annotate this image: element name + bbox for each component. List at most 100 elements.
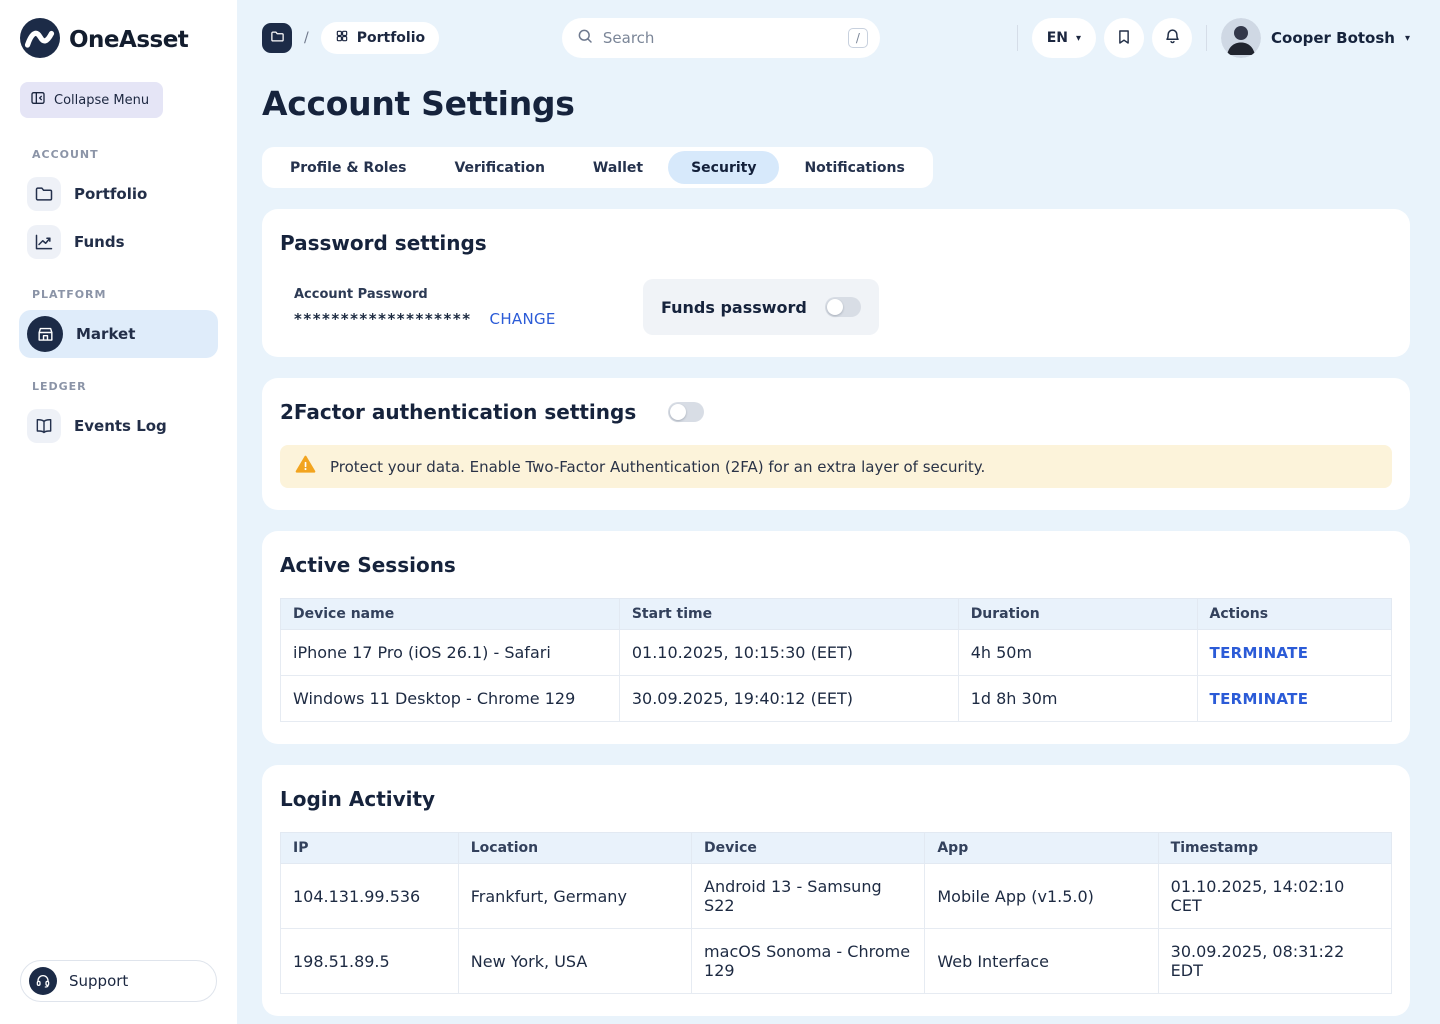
bookmark-button[interactable]	[1104, 18, 1144, 58]
login-activity-row: 104.131.99.536 Frankfurt, Germany Androi…	[281, 864, 1392, 929]
avatar	[1221, 18, 1261, 58]
password-settings-card: Password settings Account Password *****…	[262, 209, 1410, 357]
login-activity-row: 198.51.89.5 New York, USA macOS Sonoma -…	[281, 929, 1392, 994]
two-factor-card: 2Factor authentication settings Protect …	[262, 378, 1410, 510]
session-start: 01.10.2025, 10:15:30 (EET)	[619, 630, 958, 676]
table-header-row: Device name Start time Duration Actions	[281, 599, 1392, 630]
user-menu[interactable]: Cooper Botosh ▾	[1221, 18, 1410, 58]
active-sessions-table: Device name Start time Duration Actions …	[280, 598, 1392, 722]
login-app: Mobile App (v1.5.0)	[925, 864, 1158, 929]
sidebar-item-label: Events Log	[74, 417, 167, 435]
sidebar-item-funds[interactable]: Funds	[19, 218, 218, 266]
column-header: Device name	[281, 599, 620, 630]
session-device: iPhone 17 Pro (iOS 26.1) - Safari	[281, 630, 620, 676]
column-header: App	[925, 833, 1158, 864]
grid-icon	[335, 29, 349, 47]
column-header: Location	[458, 833, 691, 864]
funds-password-toggle[interactable]	[825, 297, 861, 317]
terminate-session-button[interactable]: TERMINATE	[1210, 690, 1309, 708]
main-content: / Portfolio /	[237, 0, 1440, 1024]
sidebar-item-market[interactable]: Market	[19, 310, 218, 358]
account-password-field: Account Password ******************* CHA…	[294, 287, 634, 328]
two-factor-warning-text: Protect your data. Enable Two-Factor Aut…	[330, 458, 985, 476]
sidebar-item-events-log[interactable]: Events Log	[19, 402, 218, 450]
funds-password-label: Funds password	[661, 298, 807, 317]
login-timestamp: 01.10.2025, 14:02:10 CET	[1158, 864, 1391, 929]
login-device: macOS Sonoma - Chrome 129	[692, 929, 925, 994]
folder-icon	[270, 29, 285, 47]
bell-icon	[1163, 27, 1182, 49]
two-factor-toggle[interactable]	[668, 402, 704, 422]
settings-tabs: Profile & Roles Verification Wallet Secu…	[262, 147, 933, 188]
tab-security[interactable]: Security	[668, 151, 779, 184]
search-icon	[576, 27, 594, 49]
toggle-knob	[827, 299, 843, 315]
change-password-button[interactable]: CHANGE	[490, 310, 556, 328]
sidebar-section-platform: PLATFORM	[0, 266, 237, 310]
session-device: Windows 11 Desktop - Chrome 129	[281, 676, 620, 722]
session-duration: 1d 8h 30m	[958, 676, 1197, 722]
topbar: / Portfolio /	[262, 14, 1410, 62]
breadcrumb-home-button[interactable]	[262, 23, 292, 53]
login-device: Android 13 - Samsung S22	[692, 864, 925, 929]
brand-logo[interactable]: OneAsset	[0, 0, 237, 76]
sidebar-section-ledger: LEDGER	[0, 358, 237, 402]
login-activity-title: Login Activity	[280, 787, 1392, 811]
chevron-down-icon: ▾	[1405, 33, 1410, 44]
support-label: Support	[69, 972, 128, 990]
password-row: Account Password ******************* CHA…	[280, 279, 1392, 335]
table-header-row: IP Location Device App Timestamp	[281, 833, 1392, 864]
tab-notifications[interactable]: Notifications	[781, 151, 927, 184]
divider	[1017, 25, 1018, 51]
funds-password-panel: Funds password	[643, 279, 879, 335]
breadcrumb-current-label: Portfolio	[357, 30, 425, 46]
warning-icon	[295, 454, 316, 479]
toggle-knob	[670, 404, 686, 420]
brand-name: OneAsset	[69, 27, 188, 53]
login-app: Web Interface	[925, 929, 1158, 994]
chevron-down-icon: ▾	[1076, 33, 1081, 44]
support-button[interactable]: Support	[20, 960, 217, 1002]
active-sessions-card: Active Sessions Device name Start time D…	[262, 531, 1410, 744]
tab-profile-roles[interactable]: Profile & Roles	[267, 151, 429, 184]
breadcrumb-separator: /	[304, 30, 309, 46]
masked-password-value: *******************	[294, 310, 472, 328]
login-ip: 198.51.89.5	[281, 929, 459, 994]
column-header: IP	[281, 833, 459, 864]
login-location: Frankfurt, Germany	[458, 864, 691, 929]
session-row: iPhone 17 Pro (iOS 26.1) - Safari 01.10.…	[281, 630, 1392, 676]
column-header: Duration	[958, 599, 1197, 630]
column-header: Device	[692, 833, 925, 864]
notifications-button[interactable]	[1152, 18, 1192, 58]
chart-line-icon	[27, 225, 61, 259]
language-label: EN	[1047, 30, 1068, 46]
login-timestamp: 30.09.2025, 08:31:22 EDT	[1158, 929, 1391, 994]
collapse-panel-icon	[30, 90, 46, 110]
bookmark-icon	[1115, 28, 1133, 49]
search-input[interactable]	[603, 29, 839, 47]
session-start: 30.09.2025, 19:40:12 (EET)	[619, 676, 958, 722]
collapse-menu-button[interactable]: Collapse Menu	[20, 82, 163, 118]
oneasset-logo-icon	[20, 18, 60, 62]
terminate-session-button[interactable]: TERMINATE	[1210, 644, 1309, 662]
search-shortcut-hint: /	[848, 28, 868, 48]
user-name: Cooper Botosh	[1271, 29, 1395, 47]
breadcrumb-portfolio-chip[interactable]: Portfolio	[321, 22, 439, 54]
active-sessions-title: Active Sessions	[280, 553, 1392, 577]
headset-icon	[29, 967, 57, 995]
sidebar-item-label: Portfolio	[74, 185, 147, 203]
login-activity-table: IP Location Device App Timestamp 104.131…	[280, 832, 1392, 994]
session-row: Windows 11 Desktop - Chrome 129 30.09.20…	[281, 676, 1392, 722]
app-root: OneAsset Collapse Menu ACCOUNT Portfolio	[0, 0, 1440, 1024]
login-ip: 104.131.99.536	[281, 864, 459, 929]
language-selector[interactable]: EN ▾	[1032, 18, 1096, 58]
tab-wallet[interactable]: Wallet	[570, 151, 666, 184]
tab-verification[interactable]: Verification	[431, 151, 567, 184]
login-activity-card: Login Activity IP Location Device App Ti…	[262, 765, 1410, 1016]
sidebar-item-portfolio[interactable]: Portfolio	[19, 170, 218, 218]
page-title: Account Settings	[262, 84, 1410, 123]
search-bar: /	[562, 18, 880, 58]
column-header: Start time	[619, 599, 958, 630]
column-header: Timestamp	[1158, 833, 1391, 864]
sidebar-item-label: Funds	[74, 233, 125, 251]
